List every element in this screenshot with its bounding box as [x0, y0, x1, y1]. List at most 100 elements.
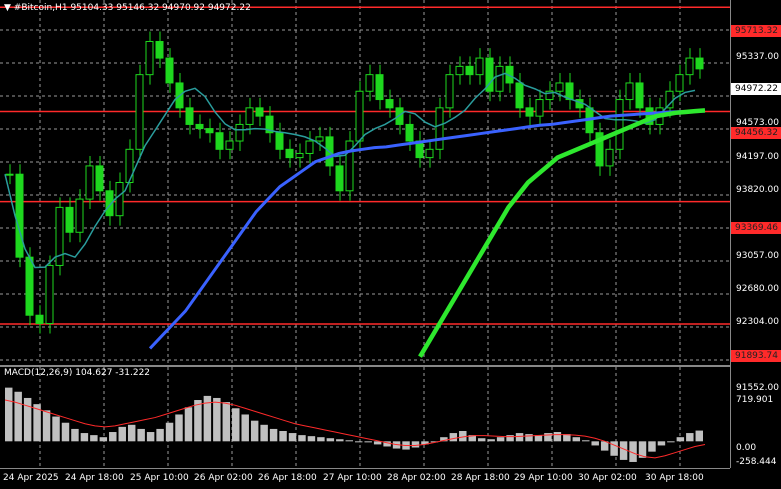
time-tick: 27 Apr 10:00: [323, 473, 382, 483]
candle-body: [375, 74, 384, 101]
macd-histogram-bar: [222, 402, 231, 442]
candle-body: [225, 140, 234, 150]
candle-body: [215, 132, 224, 150]
candle-body: [695, 57, 704, 70]
macd-histogram-bar: [184, 407, 193, 442]
macd-histogram-bar: [109, 432, 117, 442]
candle-body: [405, 123, 414, 142]
macd-tick: 719.901: [736, 395, 774, 405]
macd-histogram-bar: [269, 428, 278, 442]
price-axis[interactable]: 95713.32 95337.00 94972.22 94573.00 9445…: [730, 0, 781, 468]
candle-body: [625, 82, 634, 101]
candle-body: [455, 65, 464, 76]
macd-histogram-bar: [496, 437, 505, 442]
candle-body: [95, 165, 104, 192]
candle-body: [245, 107, 254, 125]
candle-body: [365, 74, 374, 92]
macd-histogram-bar: [260, 424, 268, 442]
macd-histogram-bar: [288, 433, 297, 442]
candle-body: [605, 148, 614, 167]
macd-histogram-bar: [676, 437, 685, 442]
macd-histogram-bar: [657, 441, 666, 446]
chart-header: ▼ #Bitcoin,H1 95104.33 95146.32 94970.92…: [4, 3, 251, 13]
time-tick: 25 Apr 10:00: [130, 473, 189, 483]
macd-histogram-bar: [582, 440, 590, 442]
level-tag-1: 95713.32: [731, 25, 781, 37]
macd-histogram-bar: [487, 439, 495, 442]
candle-body: [145, 40, 154, 76]
candle-body: [205, 128, 214, 134]
macd-histogram-bar: [23, 397, 32, 442]
macd-histogram-bar: [648, 441, 656, 452]
candle-body: [75, 198, 84, 233]
macd-histogram-bar: [553, 432, 562, 442]
price-tick: 94197.00: [736, 152, 779, 162]
macd-histogram-bar: [525, 434, 533, 442]
macd-histogram-bar: [449, 433, 458, 442]
macd-histogram-bar: [667, 441, 675, 443]
price-tick: 92680.00: [736, 284, 779, 294]
candle-body: [165, 57, 174, 84]
time-tick: 26 Apr 02:00: [194, 473, 253, 483]
macd-histogram-bar: [165, 422, 174, 442]
level-tag-3: 93369.46: [731, 222, 781, 234]
candle-body: [385, 99, 394, 109]
candle-body: [155, 40, 164, 59]
price-tick: 95337.00: [736, 52, 779, 62]
price-tick: 93057.00: [736, 251, 779, 261]
candle-body: [425, 148, 434, 159]
macd-histogram-bar: [686, 433, 694, 442]
candle-body: [195, 123, 204, 130]
macd-label: MACD(12,26,9) 104.627 -31.222: [4, 368, 151, 378]
macd-histogram-bar: [127, 424, 136, 442]
candle-body: [355, 90, 364, 142]
macd-histogram-bar: [61, 422, 70, 442]
price-tick: 92304.00: [736, 317, 779, 327]
candle-body: [615, 99, 624, 150]
candle-body: [635, 82, 644, 109]
price-chart[interactable]: [0, 0, 730, 365]
macd-histogram-bar: [80, 433, 89, 442]
candle-body: [5, 173, 14, 176]
collapse-arrow-icon[interactable]: ▼: [4, 3, 11, 13]
time-axis[interactable]: 24 Apr 2025 24 Apr 18:00 25 Apr 10:00 26…: [0, 468, 730, 489]
time-tick: 30 Apr 18:00: [645, 473, 704, 483]
candle-body: [515, 82, 524, 109]
macd-histogram-bar: [71, 428, 79, 442]
macd-indicator-panel[interactable]: [0, 367, 730, 468]
candle-body: [525, 107, 534, 117]
macd-tick: 0.00: [736, 443, 757, 453]
macd-signal-line: [4, 399, 706, 459]
trading-chart-window: ▼ #Bitcoin,H1 95104.33 95146.32 94970.92…: [0, 0, 781, 489]
candle-body: [35, 314, 44, 325]
macd-histogram-bar: [90, 435, 98, 442]
candle-body: [465, 65, 474, 76]
macd-histogram-bar: [591, 441, 599, 446]
macd-histogram-bar: [695, 430, 703, 442]
candle-body: [295, 152, 304, 159]
candle-body: [65, 206, 74, 233]
price-tick: 93820.00: [736, 185, 779, 195]
macd-histogram-bar: [411, 441, 420, 448]
macd-histogram-bar: [515, 433, 524, 442]
macd-histogram-bar: [42, 410, 51, 442]
candle-body: [25, 256, 34, 316]
macd-histogram-bar: [194, 400, 202, 442]
candle-body: [555, 82, 564, 92]
macd-histogram-bar: [544, 433, 552, 442]
candle-body: [335, 165, 344, 192]
macd-histogram-bar: [477, 438, 486, 442]
candle-body: [475, 57, 484, 76]
candle-body: [435, 107, 444, 150]
macd-histogram-bar: [14, 391, 22, 442]
macd-histogram-bar: [99, 437, 108, 442]
time-tick: 28 Apr 18:00: [451, 473, 510, 483]
macd-histogram-bar: [355, 441, 363, 443]
time-tick: 24 Apr 2025: [3, 473, 59, 483]
price-tick: 91552.00: [736, 383, 779, 393]
candle-body: [305, 140, 314, 154]
symbol-timeframe: #Bitcoin,H1: [13, 3, 68, 13]
moving-average-slow: [418, 108, 706, 358]
candle-body: [495, 65, 504, 92]
time-tick: 24 Apr 18:00: [65, 473, 124, 483]
